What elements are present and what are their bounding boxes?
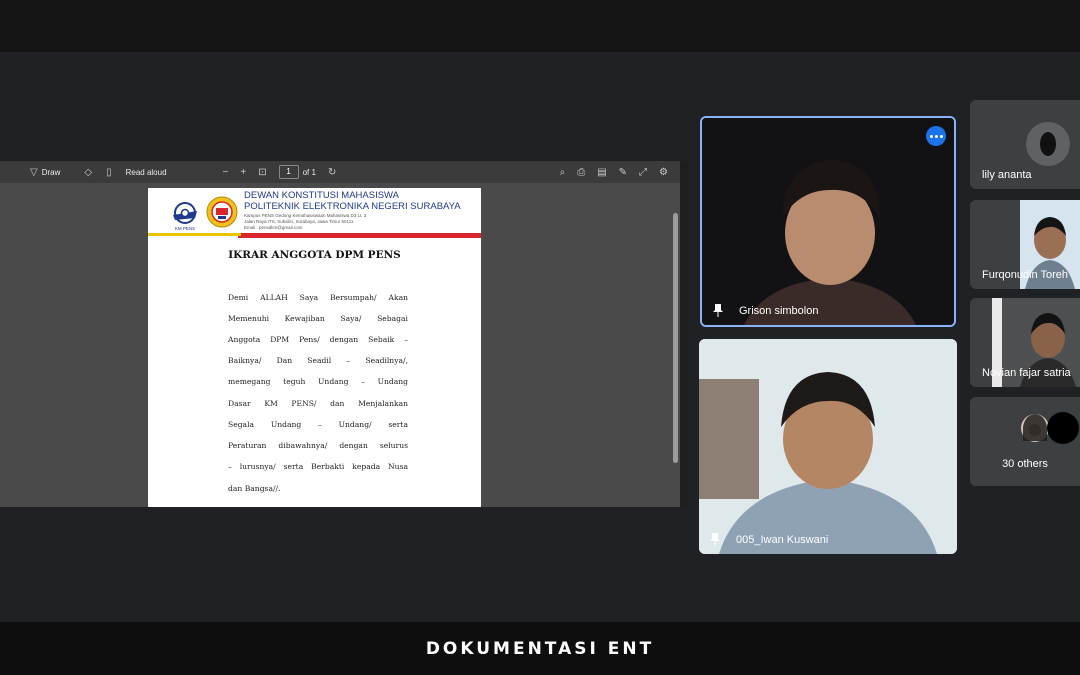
eraser-button[interactable]: ◇	[84, 167, 92, 178]
org-address1: Kampus PENS Gedung Kemahasiswaan Mahasis…	[244, 213, 367, 218]
svg-text:KM PENS: KM PENS	[175, 226, 195, 231]
org-address2: Jalan Raya ITS, Sukolilo, Surabaya, Jawa…	[244, 219, 354, 224]
pdf-view-area[interactable]: KM PENS DEWAN KONSTITUSI MAHASISWA POLIT…	[0, 183, 680, 507]
org-email: Email : pensdkm@gmail.com	[244, 225, 303, 230]
two-page-button[interactable]: ▯	[106, 167, 112, 178]
document-line: Demi ALLAH Saya Bersumpah/ Akan	[228, 293, 408, 302]
participant-name: 005_Iwan Kuswani	[736, 534, 829, 546]
participant-name: Novian fajar satria	[982, 367, 1071, 379]
read-aloud-label: Read aloud	[125, 167, 167, 177]
org-name-line1: DEWAN KONSTITUSI MAHASISWA	[244, 190, 400, 201]
document-line: Segala Undang – Undang/ serta	[228, 420, 408, 429]
draw-icon: ▽	[30, 166, 38, 178]
caption-text: DOKUMENTASI ENT	[425, 638, 655, 659]
others-count: 30 others	[1002, 458, 1048, 470]
others-avatars	[1021, 412, 1079, 444]
print-icon[interactable]: ⎙	[577, 167, 585, 178]
rotate-button[interactable]: ↻	[328, 167, 336, 178]
draw-button[interactable]: ▽ Draw	[30, 167, 60, 178]
save-icon[interactable]: ▤	[597, 167, 606, 178]
participant-video	[699, 339, 957, 554]
pdf-page: KM PENS DEWAN KONSTITUSI MAHASISWA POLIT…	[148, 188, 481, 507]
pdf-toolbar: ▽ Draw ◇ ▯ Read aloud − + ⊡ 1 of 1 ↻ ⌕ ⎙…	[0, 161, 680, 183]
participant-name: lily ananta	[982, 169, 1032, 181]
more-options-button[interactable]	[926, 126, 946, 146]
participant-name: Grison simbolon	[739, 305, 819, 317]
document-line: memegang teguh Undang – Undang	[228, 377, 408, 386]
eraser-icon: ◇	[84, 166, 93, 178]
two-page-icon: ▯	[106, 166, 112, 178]
edit-icon[interactable]: ✎	[619, 167, 627, 178]
search-icon[interactable]: ⌕	[560, 167, 566, 178]
document-title: IKRAR ANGGOTA DPM PENS	[228, 249, 401, 261]
participant-tile[interactable]: 005_Iwan Kuswani	[699, 339, 957, 554]
participant-tile-active-speaker[interactable]: Grison simbolon	[700, 116, 956, 327]
document-line: Anggota DPM Pens/ dengan Sebaik –	[228, 335, 408, 344]
participant-video	[702, 118, 954, 325]
settings-icon[interactable]: ⚙	[659, 167, 668, 178]
pdf-scrollbar[interactable]	[673, 213, 678, 463]
fullscreen-icon[interactable]: ⤢	[639, 167, 647, 178]
participant-name: Furqonudin Toreh	[982, 269, 1069, 281]
page-total: of 1	[302, 167, 316, 177]
pin-icon[interactable]	[709, 532, 721, 546]
page-number-input[interactable]: 1	[278, 165, 299, 179]
letterhead-divider-red	[238, 236, 481, 238]
dkm-seal-logo	[206, 196, 238, 228]
top-bar	[0, 0, 1080, 52]
draw-label: Draw	[41, 167, 61, 177]
document-line: – lurusnya/ serta Berbakti kepada Nusa	[228, 462, 408, 471]
document-line: Peraturan dibawahnya/ dengan selurus	[228, 441, 408, 450]
others-tile[interactable]: 30 others	[970, 397, 1080, 486]
km-pens-logo: KM PENS	[173, 202, 197, 231]
participant-tile[interactable]: lily ananta	[970, 100, 1080, 189]
document-line: Memenuhi Kewajiban Saya/ Sebagai	[228, 314, 408, 323]
shared-screen: ▽ Draw ◇ ▯ Read aloud − + ⊡ 1 of 1 ↻ ⌕ ⎙…	[0, 161, 688, 507]
read-aloud-button[interactable]: Read aloud	[126, 168, 167, 177]
rotate-icon: ↻	[327, 166, 337, 178]
pdf-toolbar-right: ⌕ ⎙ ▤ ✎ ⤢ ⚙	[560, 167, 668, 178]
fit-page-button[interactable]: ⊡	[258, 167, 266, 178]
caption-bar: DOKUMENTASI ENT	[0, 622, 1080, 675]
document-line: Baiknya/ Dan Seadil – Seadilnya/,	[228, 356, 408, 365]
page-navigator: 1 of 1	[278, 165, 316, 179]
org-name-line2: POLITEKNIK ELEKTRONIKA NEGERI SURABAYA	[244, 201, 461, 212]
plus-icon: +	[240, 166, 247, 178]
participant-tile[interactable]: Novian fajar satria	[970, 298, 1080, 387]
letterhead: KM PENS DEWAN KONSTITUSI MAHASISWA POLIT…	[148, 188, 481, 240]
minus-icon: −	[222, 166, 229, 178]
document-line: dan Bangsa//.	[228, 484, 281, 493]
participant-tile[interactable]: Furqonudin Toreh	[970, 200, 1080, 289]
pin-icon[interactable]	[712, 303, 724, 317]
zoom-out-button[interactable]: −	[223, 167, 229, 178]
document-line: Dasar KM PENS/ dan Menjalankan	[228, 399, 408, 408]
zoom-in-button[interactable]: +	[240, 167, 246, 178]
fit-icon: ⊡	[258, 166, 267, 178]
